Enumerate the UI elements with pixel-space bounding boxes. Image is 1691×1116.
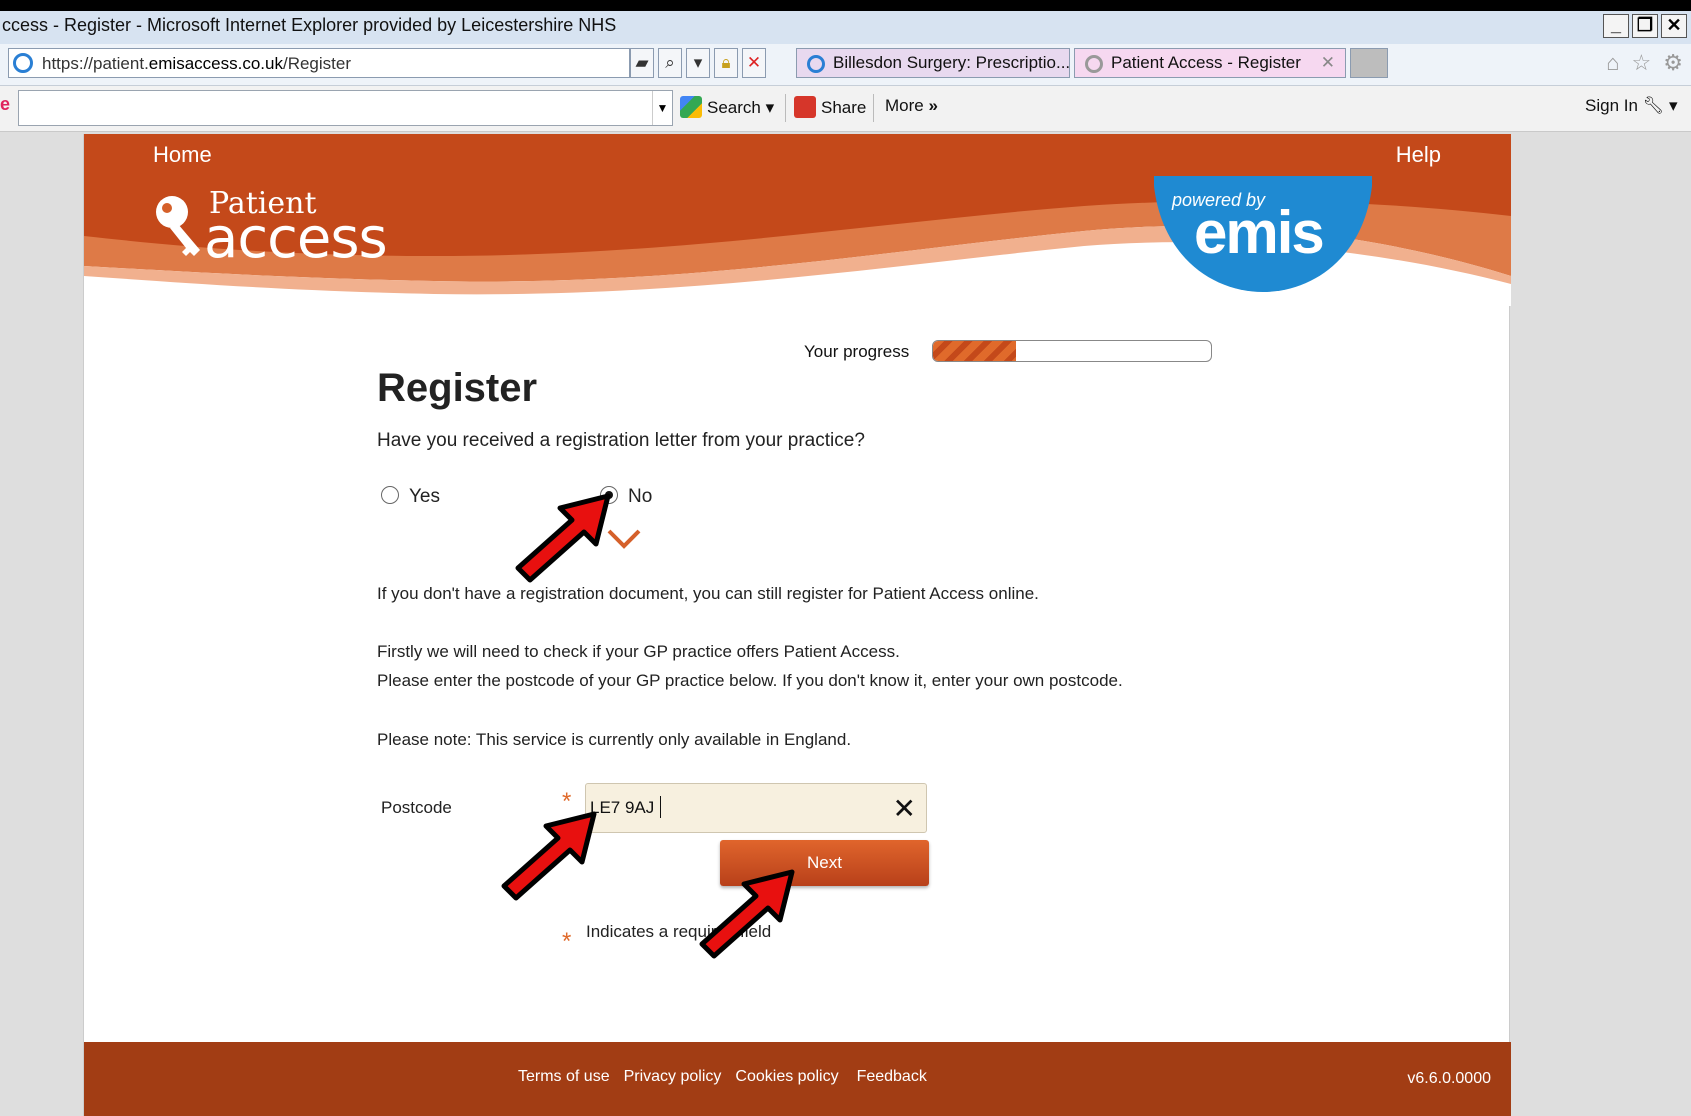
tab-patient-access[interactable]: Patient Access - Register ✕	[1074, 48, 1346, 78]
chevron-down-icon: ▾	[1669, 96, 1678, 115]
double-chevron-icon: »	[928, 96, 938, 115]
search-label: Search	[707, 98, 761, 117]
info-text-1: If you don't have a registration documen…	[377, 584, 1039, 603]
required-asterisk: *	[562, 928, 572, 955]
progress-label: Your progress	[804, 342, 910, 361]
progress-fill	[933, 341, 1017, 361]
browser-icons: ⌂ ☆ ⚙	[1606, 50, 1683, 76]
info-text-4: Please note: This service is currently o…	[377, 730, 852, 749]
loading-icon	[1085, 55, 1103, 73]
share-button[interactable]: Share	[794, 96, 866, 118]
compatibility-view-icon[interactable]: ▰	[630, 48, 654, 78]
window-titlebar: ccess - Register - Microsoft Internet Ex…	[0, 0, 1691, 44]
progress-bar	[932, 340, 1212, 362]
clear-icon[interactable]: ✕	[893, 792, 916, 825]
google-icon	[680, 96, 702, 118]
share-icon	[794, 96, 816, 118]
home-icon[interactable]: ⌂	[1606, 50, 1619, 76]
address-row: https://patient.emisaccess.co.uk/Registe…	[0, 44, 1691, 86]
close-tab-icon[interactable]: ✕	[1321, 49, 1335, 77]
privacy-policy-link[interactable]: Privacy policy	[624, 1068, 722, 1086]
footer-links: Terms of use Privacy policy Cookies poli…	[518, 1068, 927, 1086]
radio-no-label: No	[628, 486, 653, 507]
toolbar: e ▼ Search ▾ Share More » Sign In 🔧︎ ▾	[0, 86, 1691, 132]
chevron-down-icon[interactable]: ▼	[652, 91, 672, 125]
share-label: Share	[821, 98, 867, 117]
sign-in-label: Sign In	[1585, 96, 1638, 115]
radio-yes-label: Yes	[409, 486, 440, 507]
screen: ccess - Register - Microsoft Internet Ex…	[0, 0, 1691, 1116]
address-bar[interactable]: https://patient.emisaccess.co.uk/Registe…	[8, 48, 630, 78]
version-text: v6.6.0.0000	[1407, 1070, 1491, 1087]
ie-icon	[13, 53, 33, 73]
annotation-arrow-icon	[501, 811, 597, 901]
site-nav: Home Help	[84, 134, 1511, 176]
web-page: Home Help Patient access powered by emis…	[83, 134, 1511, 1116]
wrench-icon: 🔧︎	[1642, 96, 1665, 115]
toolbar-brandmark: e	[0, 94, 11, 114]
cookies-policy-link[interactable]: Cookies policy	[735, 1068, 838, 1086]
address-icons: ▰ ⌕ ▾ 🔒︎ ✕	[630, 48, 766, 78]
new-tab-button[interactable]	[1350, 48, 1388, 78]
address-url: https://patient.emisaccess.co.uk/Registe…	[42, 54, 351, 73]
emis-badge: powered by emis	[1154, 176, 1372, 292]
favorites-star-icon[interactable]: ☆	[1632, 50, 1652, 76]
window-title: ccess - Register - Microsoft Internet Ex…	[2, 15, 617, 35]
registration-question: Have you received a registration letter …	[377, 430, 865, 451]
postcode-label: Postcode	[381, 798, 452, 817]
close-window-button[interactable]: ✕	[1661, 14, 1687, 38]
nav-home-link[interactable]: Home	[153, 142, 212, 168]
postcode-input[interactable]: LE7 9AJ ✕	[585, 783, 927, 833]
chevron-down-icon: ▾	[765, 98, 775, 117]
window-controls: _ ❐ ✕	[1603, 14, 1687, 38]
tab-label: Patient Access - Register	[1111, 53, 1301, 72]
site-banner: Patient access powered by emis	[84, 176, 1511, 306]
lock-icon[interactable]: 🔒︎	[714, 48, 738, 78]
toolbar-search-input[interactable]: ▼	[18, 90, 673, 126]
restore-button[interactable]: ❐	[1632, 14, 1658, 38]
search-icon[interactable]: ⌕	[658, 48, 682, 78]
divider	[785, 94, 786, 122]
gear-icon[interactable]: ⚙	[1663, 50, 1683, 76]
dropdown-icon[interactable]: ▾	[686, 48, 710, 78]
tab-billesdon[interactable]: Billesdon Surgery: Prescriptio...	[796, 48, 1070, 78]
radio-yes[interactable]: Yes	[381, 486, 440, 508]
radio-yes-circle[interactable]	[381, 486, 399, 504]
more-button[interactable]: More »	[885, 96, 938, 116]
text-caret	[660, 796, 661, 818]
page-title: Register	[377, 366, 538, 410]
annotation-arrow-icon	[699, 869, 795, 959]
annotation-arrow-icon	[515, 493, 611, 583]
logo-access: access	[204, 206, 388, 271]
divider	[873, 94, 874, 122]
nav-help-link[interactable]: Help	[1396, 142, 1441, 168]
search-button[interactable]: Search ▾	[680, 96, 774, 118]
key-logo-icon	[156, 196, 200, 256]
minimize-button[interactable]: _	[1603, 14, 1629, 38]
info-text-2: Firstly we will need to check if your GP…	[377, 642, 900, 661]
site-footer: Terms of use Privacy policy Cookies poli…	[84, 1042, 1511, 1116]
info-text-3: Please enter the postcode of your GP pra…	[377, 671, 1123, 690]
terms-of-use-link[interactable]: Terms of use	[518, 1068, 610, 1086]
tab-label: Billesdon Surgery: Prescriptio...	[833, 53, 1071, 72]
sign-in-button[interactable]: Sign In 🔧︎ ▾	[1585, 96, 1678, 116]
ie-icon	[807, 55, 825, 73]
stop-icon[interactable]: ✕	[742, 48, 766, 78]
more-label: More	[885, 96, 924, 115]
emis-logo-text: emis	[1194, 199, 1325, 266]
feedback-link[interactable]: Feedback	[857, 1068, 927, 1086]
